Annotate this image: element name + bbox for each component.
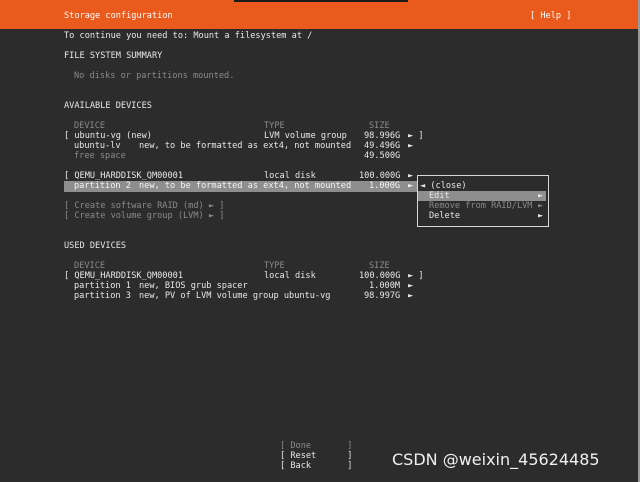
used-disk-arrow-icon[interactable]: ► ]	[408, 271, 424, 281]
used-disk-type: local disk	[264, 271, 316, 281]
free-space-label: free space	[74, 151, 126, 161]
page-title: Storage configuration	[64, 11, 173, 21]
lv-name: ubuntu-lv	[74, 141, 121, 151]
used-devices-heading: USED DEVICES	[64, 241, 127, 251]
available-disk-size: 100.000G	[359, 171, 401, 181]
available-devices-heading: AVAILABLE DEVICES	[64, 101, 152, 111]
partition-3-desc: new, PV of LVM volume group ubuntu-vg	[139, 291, 331, 301]
used-col-size: SIZE	[369, 261, 390, 271]
available-disk-type: local disk	[264, 171, 316, 181]
partition-1-arrow-icon[interactable]: ►	[408, 281, 413, 291]
menu-close-item[interactable]: ◄ (close)	[420, 181, 467, 191]
back-button[interactable]: [ Back ]	[280, 461, 352, 471]
partition-3-name: partition 3	[74, 291, 131, 301]
menu-edit-arrow-icon: ►	[538, 191, 544, 201]
create-lvm-button[interactable]: [ Create volume group (LVM) ► ]	[64, 211, 224, 221]
used-disk-name: [ QEMU_HARDDISK_QM00001	[64, 271, 183, 281]
vg-size: 98.996G	[364, 131, 401, 141]
menu-remove-label: Remove from RAID/LVM	[429, 201, 533, 211]
lv-size: 49.496G	[364, 141, 401, 151]
window-notch	[234, 0, 408, 2]
reset-button[interactable]: [ Reset ]	[280, 451, 352, 461]
vg-type: LVM volume group	[264, 131, 347, 141]
available-disk-name: [ QEMU_HARDDISK_QM00001	[64, 171, 183, 181]
partition-1-desc: new, BIOS grub spacer	[139, 281, 248, 291]
menu-edit-label: Edit	[429, 191, 450, 201]
partition-1-name: partition 1	[74, 281, 131, 291]
used-disk-size: 100.000G	[359, 271, 401, 281]
free-space-size: 49.500G	[364, 151, 401, 161]
watermark-text: CSDN @weixin_45624485	[392, 450, 600, 469]
partition-2-name: partition 2	[74, 181, 131, 191]
available-col-size: SIZE	[369, 121, 390, 131]
create-raid-button[interactable]: [ Create software RAID (md) ► ]	[64, 201, 224, 211]
vg-name: [ ubuntu-vg (new)	[64, 131, 152, 141]
menu-remove-arrow-icon: ►	[538, 201, 544, 211]
instruction-text: To continue you need to: Mount a filesys…	[64, 31, 313, 41]
lv-arrow-icon[interactable]: ►	[408, 141, 413, 151]
done-button[interactable]: [ Done ]	[280, 441, 352, 451]
lv-desc: new, to be formatted as ext4, not mounte…	[139, 141, 352, 151]
help-button[interactable]: [ Help ]	[530, 11, 571, 21]
partition-2-desc: new, to be formatted as ext4, not mounte…	[139, 181, 352, 191]
menu-delete-label: Delete	[429, 211, 461, 221]
menu-delete-arrow-icon: ►	[538, 211, 544, 221]
vg-arrow-icon[interactable]: ► ]	[408, 131, 424, 141]
used-col-type: TYPE	[264, 261, 285, 271]
available-col-device: DEVICE	[74, 121, 106, 131]
partition-2-arrow-icon[interactable]: ►	[408, 181, 413, 191]
used-col-device: DEVICE	[74, 261, 106, 271]
fs-summary-empty: No disks or partitions mounted.	[74, 71, 235, 81]
fs-summary-heading: FILE SYSTEM SUMMARY	[64, 51, 163, 61]
available-disk-arrow-icon[interactable]: ►	[408, 171, 413, 181]
partition-2-size: 1.000G	[369, 181, 401, 191]
partition-3-size: 98.997G	[364, 291, 401, 301]
available-col-type: TYPE	[264, 121, 285, 131]
partition-3-arrow-icon[interactable]: ►	[408, 291, 413, 301]
partition-1-size: 1.000M	[369, 281, 401, 291]
